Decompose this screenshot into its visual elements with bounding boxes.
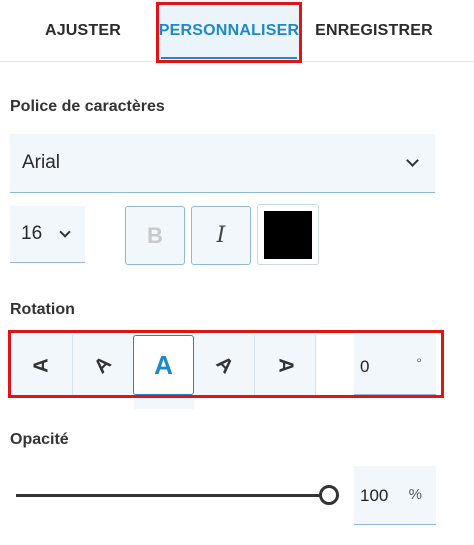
opacity-slider-thumb[interactable] (319, 485, 339, 505)
rotate-minus-45-button[interactable]: A (73, 335, 134, 395)
font-family-value: Arial (22, 152, 61, 173)
rotation-degree-input[interactable]: 0 ° (354, 335, 436, 395)
opacity-section-label: Opacité (10, 431, 69, 448)
bold-button[interactable]: B (125, 206, 185, 265)
rotated-a-icon: A (274, 357, 297, 373)
font-section-label: Police de caractères (10, 98, 165, 115)
selected-indicator (134, 397, 194, 409)
rotate-90-button[interactable]: A (255, 335, 316, 395)
rotated-a-icon: A (30, 357, 53, 373)
opacity-slider-track[interactable] (16, 494, 321, 497)
color-swatch (264, 210, 312, 259)
chevron-down-icon (59, 226, 71, 238)
font-size-value: 16 (21, 223, 43, 244)
italic-button[interactable]: I (191, 206, 251, 265)
rotation-degree-value: 0 (360, 357, 370, 376)
rotate-45-button[interactable]: A (194, 335, 255, 395)
rotated-a-icon: A (211, 351, 238, 378)
opacity-value: 100 (360, 486, 389, 505)
tab-bar: AJUSTER PERSONNALISER ENREGISTRER (0, 0, 474, 62)
font-family-select[interactable]: Arial (10, 134, 435, 193)
rotation-options: A A A A A (12, 335, 316, 395)
rotate-minus-90-button[interactable]: A (12, 335, 73, 395)
upright-a-icon: A (154, 349, 173, 380)
customize-panel: AJUSTER PERSONNALISER ENREGISTRER Police… (0, 0, 474, 545)
rotation-section-label: Rotation (10, 301, 75, 318)
rotate-0-button[interactable]: A (133, 335, 194, 395)
chevron-down-icon (406, 154, 419, 167)
text-color-button[interactable] (257, 204, 319, 265)
opacity-input[interactable]: 100 % (354, 466, 436, 525)
degree-unit: ° (416, 355, 422, 371)
tab-customize[interactable]: PERSONNALISER (157, 0, 301, 61)
tab-adjust[interactable]: AJUSTER (24, 0, 142, 61)
rotated-a-icon: A (89, 351, 116, 378)
font-size-select[interactable]: 16 (10, 206, 85, 263)
tab-save[interactable]: ENREGISTRER (310, 0, 438, 61)
percent-unit: % (408, 486, 422, 503)
